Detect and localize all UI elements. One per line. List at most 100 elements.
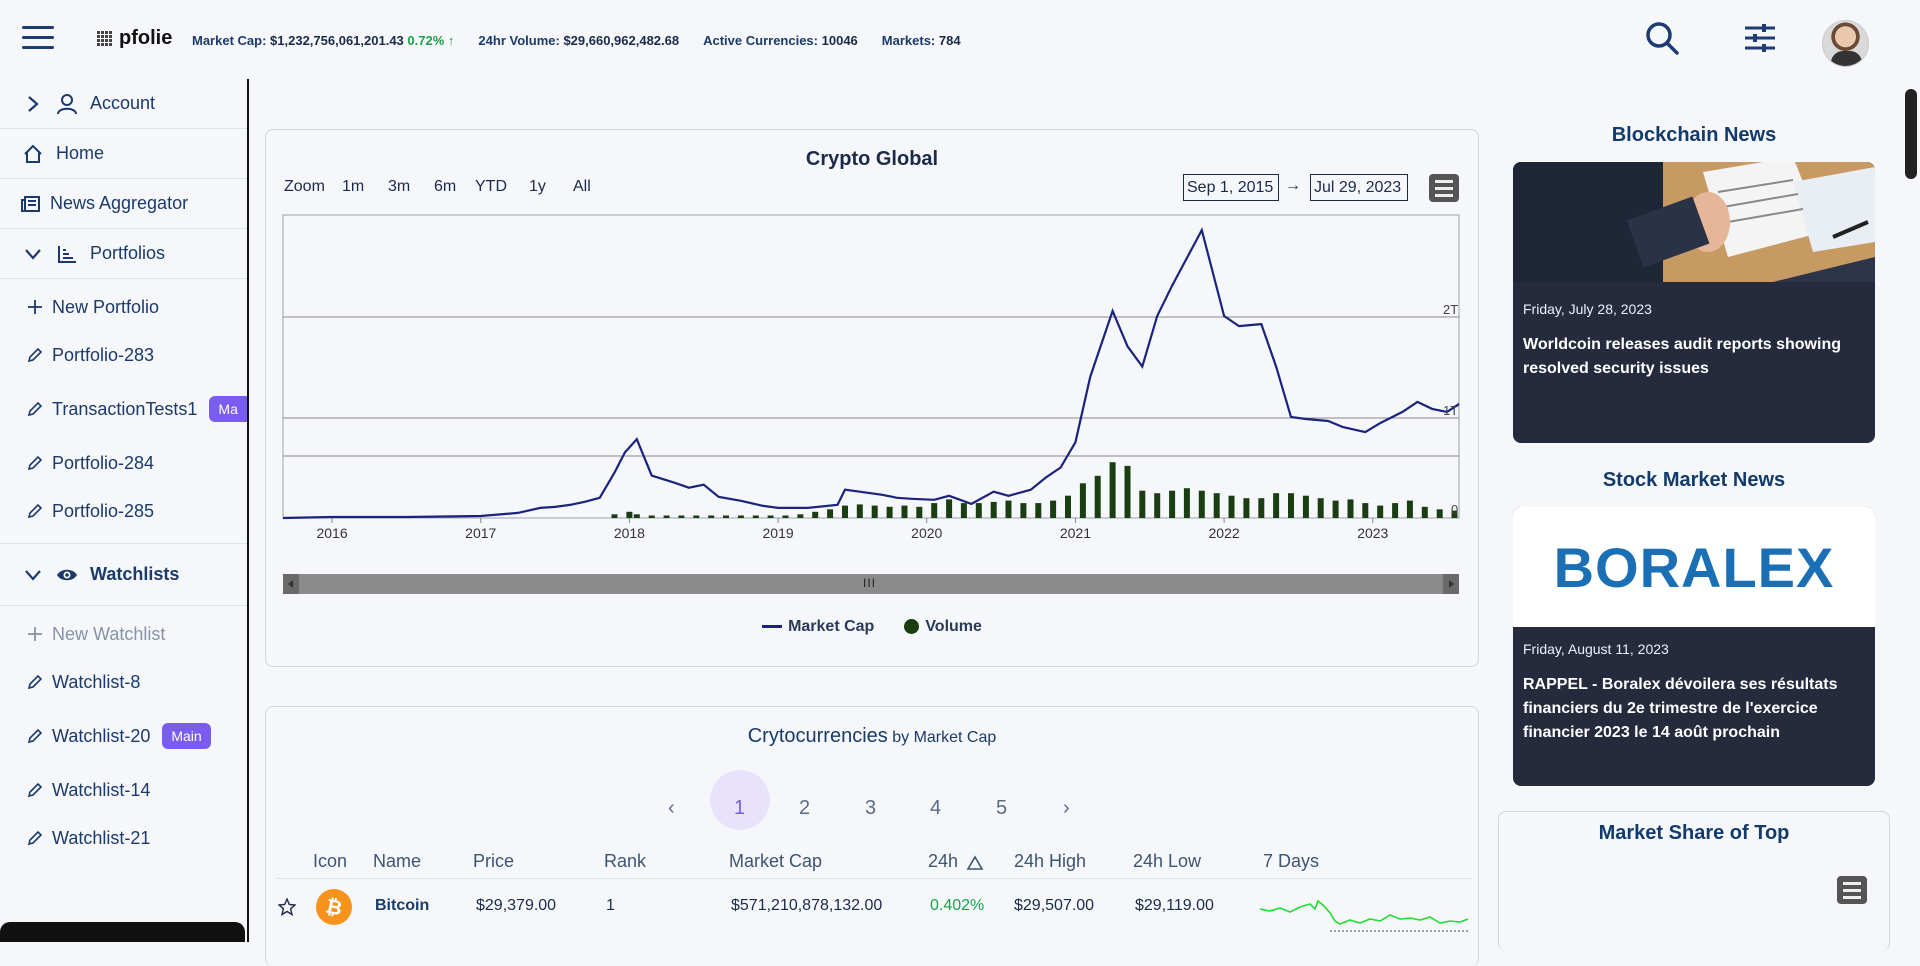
legend-item-market-cap[interactable]: Market Cap bbox=[762, 618, 874, 636]
sidebar-item-label: TransactionTests1 bbox=[52, 398, 198, 419]
navigator-scrollbar[interactable]: III bbox=[283, 574, 1459, 594]
avatar[interactable] bbox=[1822, 20, 1869, 67]
column-header-rank[interactable]: Rank bbox=[604, 851, 646, 872]
news-title[interactable]: RAPPEL - Boralex dévoilera ses résultats… bbox=[1513, 657, 1875, 745]
volume-bar bbox=[1035, 503, 1042, 518]
page-scrollbar-thumb[interactable] bbox=[1905, 89, 1917, 179]
prev-page-button[interactable]: ‹ bbox=[668, 797, 675, 820]
sidebar-item-transactiontests1[interactable]: TransactionTests1 Ma bbox=[0, 379, 247, 439]
volume-bar bbox=[1362, 503, 1369, 518]
sidebar-item-label: Watchlist-20 bbox=[52, 725, 151, 746]
volume-bar bbox=[1288, 493, 1294, 518]
column-header-price[interactable]: Price bbox=[473, 851, 514, 872]
volume-bar bbox=[1020, 503, 1027, 518]
logo-dots-icon bbox=[97, 30, 113, 47]
x-tick-label: 2021 bbox=[1060, 525, 1091, 541]
sidebar-item-portfolio-284[interactable]: Portfolio-284 bbox=[0, 439, 247, 487]
sidebar-item-watchlist-20[interactable]: Watchlist-20 Main bbox=[0, 706, 247, 766]
sidebar-item-label: Watchlist-21 bbox=[52, 827, 151, 848]
sliders-icon[interactable] bbox=[1742, 20, 1778, 56]
chevron-down-icon bbox=[22, 243, 44, 265]
chevron-right-icon bbox=[22, 93, 44, 115]
new-watchlist-button[interactable]: New Watchlist bbox=[0, 610, 247, 658]
column-header-24h[interactable]: 24h bbox=[928, 851, 958, 872]
search-icon[interactable] bbox=[1644, 20, 1680, 56]
sidebar-item-label: Watchlists bbox=[90, 564, 180, 584]
volume-bar bbox=[1005, 500, 1012, 518]
page-2-button[interactable]: 2 bbox=[799, 797, 810, 820]
volume-bar bbox=[1243, 498, 1250, 518]
stock-news-card[interactable]: BORALEX Friday, August 11, 2023 RAPPEL -… bbox=[1513, 507, 1875, 786]
volume-bar bbox=[1228, 495, 1235, 518]
sidebar-item-portfolio-285[interactable]: Portfolio-285 bbox=[0, 487, 247, 535]
menu-icon[interactable] bbox=[22, 26, 54, 50]
sidebar-item-label: Home bbox=[56, 143, 105, 163]
x-tick-label: 2017 bbox=[465, 525, 496, 541]
logo[interactable]: pfolie bbox=[97, 27, 172, 50]
volume-bar bbox=[1169, 490, 1176, 518]
coin-24h-high: $29,507.00 bbox=[1014, 897, 1095, 914]
sidebar-item-watchlists[interactable]: Watchlists bbox=[0, 544, 247, 606]
coin-change-24h: 0.402% bbox=[930, 897, 985, 914]
volume-bar bbox=[975, 503, 982, 518]
volume-bar bbox=[812, 511, 819, 518]
column-header-24h-low[interactable]: 24h Low bbox=[1133, 851, 1201, 872]
sidebar-item-watchlist-14[interactable]: Watchlist-14 bbox=[0, 766, 247, 814]
volume-bar bbox=[1183, 488, 1190, 518]
scroll-grip-icon[interactable]: III bbox=[863, 576, 876, 590]
market-share-card: Market Share of Top bbox=[1498, 811, 1890, 951]
coin-name[interactable]: Bitcoin bbox=[375, 897, 429, 915]
bar-chart-icon bbox=[56, 243, 78, 265]
news-image bbox=[1513, 162, 1875, 282]
stock-news-heading: Stock Market News bbox=[1602, 469, 1786, 491]
volume-bar bbox=[1109, 462, 1116, 518]
new-portfolio-button[interactable]: New Portfolio bbox=[0, 283, 247, 331]
y-tick-label: 1T bbox=[1443, 403, 1458, 418]
eye-icon bbox=[56, 564, 78, 586]
x-tick-label: 2018 bbox=[614, 525, 645, 541]
volume-bar bbox=[797, 514, 804, 518]
sidebar-item-watchlist-8[interactable]: Watchlist-8 bbox=[0, 658, 247, 706]
volume-bar bbox=[611, 514, 618, 518]
sidebar-scrollbar[interactable] bbox=[0, 922, 245, 942]
page-5-button[interactable]: 5 bbox=[996, 797, 1007, 820]
sidebar-item-label: New Portfolio bbox=[52, 296, 160, 317]
sidebar-item-home[interactable]: Home bbox=[0, 129, 247, 179]
column-header-name[interactable]: Name bbox=[373, 851, 421, 872]
page-1-button[interactable]: 1 bbox=[734, 797, 745, 820]
sidebar-item-portfolio-283[interactable]: Portfolio-283 bbox=[0, 331, 247, 379]
column-header-24h-high[interactable]: 24h High bbox=[1014, 851, 1086, 872]
sidebar: Account Home News Aggregator Portfolios … bbox=[0, 79, 249, 942]
sidebar-item-label: Watchlist-14 bbox=[52, 779, 151, 800]
sparkline-7-days bbox=[1260, 899, 1468, 932]
news-title[interactable]: Worldcoin releases audit reports showing… bbox=[1513, 317, 1875, 381]
bitcoin-icon: ₿ bbox=[316, 889, 352, 925]
sidebar-item-label: Portfolios bbox=[90, 243, 166, 263]
sidebar-item-account[interactable]: Account bbox=[0, 79, 247, 129]
page-3-button[interactable]: 3 bbox=[865, 797, 876, 820]
volume-bar bbox=[1332, 500, 1339, 518]
sort-ascending-icon[interactable] bbox=[966, 855, 984, 871]
blockchain-news-card[interactable]: Friday, July 28, 2023 Worldcoin releases… bbox=[1513, 162, 1875, 443]
legend-item-volume[interactable]: Volume bbox=[904, 618, 982, 636]
chart-card: Crypto Global Zoom 1m 3m 6m YTD 1y All S… bbox=[265, 129, 1479, 667]
pencil-icon bbox=[24, 671, 46, 693]
market-share-menu-button[interactable] bbox=[1837, 876, 1867, 904]
sidebar-item-watchlist-21[interactable]: Watchlist-21 bbox=[0, 814, 247, 862]
column-header-market-cap[interactable]: Market Cap bbox=[729, 851, 822, 872]
scroll-right-button[interactable] bbox=[1443, 574, 1459, 594]
volume-bar bbox=[1124, 465, 1131, 518]
sidebar-item-news[interactable]: News Aggregator bbox=[0, 179, 247, 229]
volume-bar bbox=[1079, 483, 1086, 518]
global-stats: Market Cap: $1,232,756,061,201.43 0.72% … bbox=[192, 33, 985, 48]
volume-bar bbox=[723, 515, 729, 518]
arrow-up-icon: ↑ bbox=[447, 33, 455, 48]
star-icon[interactable] bbox=[278, 898, 296, 916]
sidebar-item-portfolios[interactable]: Portfolios bbox=[0, 229, 247, 279]
x-tick-label: 2020 bbox=[911, 525, 942, 541]
volume-bar bbox=[931, 503, 938, 518]
page-4-button[interactable]: 4 bbox=[930, 797, 941, 820]
next-page-button[interactable]: › bbox=[1063, 797, 1070, 820]
legend-label: Volume bbox=[925, 618, 982, 635]
scroll-left-button[interactable] bbox=[283, 574, 299, 594]
